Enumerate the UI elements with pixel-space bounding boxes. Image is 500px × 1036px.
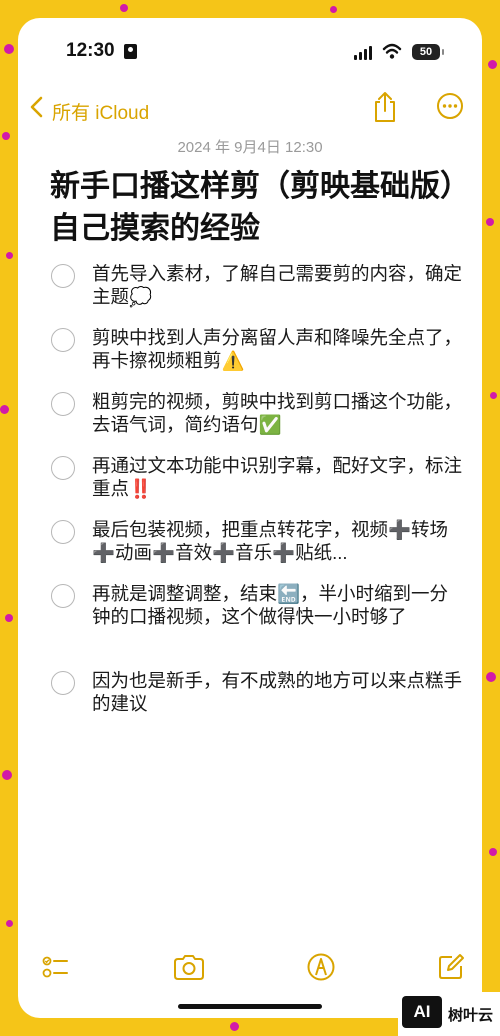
checkbox[interactable]: [51, 584, 75, 608]
note-date: 2024 年 9月4日 12:30: [177, 139, 323, 156]
chevron-left-icon[interactable]: [26, 94, 50, 120]
checkbox[interactable]: [51, 456, 75, 480]
checklist: 首先导入素材，了解自己需要剪的内容，确定主题💭 剪映中找到人声分离留人声和降噪先…: [18, 262, 482, 733]
background-dot: [489, 848, 497, 856]
share-icon[interactable]: [370, 90, 400, 124]
background-dot: [488, 60, 497, 69]
status-bar: 12:30 50: [18, 18, 482, 78]
watermark-text: 树叶云: [448, 1007, 494, 1024]
background-dot: [2, 770, 12, 780]
compose-icon[interactable]: [436, 952, 466, 982]
person-icon: [124, 44, 137, 59]
checklist-item: 再就是调整调整，结束🔚，半小时缩到一分钟的口播视频，这个做得快一小时够了: [18, 582, 482, 669]
markup-pen-icon[interactable]: [306, 952, 336, 982]
checklist-item: 剪映中找到人声分离留人声和降噪先全点了，再卡擦视频粗剪⚠️: [18, 326, 482, 390]
checkbox[interactable]: [51, 264, 75, 288]
checklist-item-text[interactable]: 最后包装视频，把重点转花字，视频➕转场➕动画➕音效➕音乐➕贴纸...: [92, 518, 464, 564]
checklist-item-text[interactable]: 剪映中找到人声分离留人声和降噪先全点了，再卡擦视频粗剪⚠️: [92, 326, 464, 372]
background-dot: [230, 1022, 239, 1031]
checklist-item-text[interactable]: 粗剪完的视频，剪映中找到剪口播这个功能，去语气词，简约语句✅: [92, 390, 464, 436]
back-button[interactable]: 所有 iCloud: [52, 98, 149, 125]
more-icon[interactable]: [436, 92, 464, 120]
background-dot: [5, 614, 13, 622]
checklist-item-text[interactable]: 再就是调整调整，结束🔚，半小时缩到一分钟的口播视频，这个做得快一小时够了: [92, 582, 464, 628]
background-dot: [486, 672, 496, 682]
watermark-logo: AI: [402, 996, 442, 1028]
checkbox[interactable]: [51, 328, 75, 352]
note-title[interactable]: 新手口播这样剪（剪映基础版）自己摸索的经验: [50, 166, 462, 250]
checklist-icon[interactable]: [40, 952, 70, 982]
signal-icon: [354, 46, 374, 60]
checklist-item: 粗剪完的视频，剪映中找到剪口播这个功能，去语气词，简约语句✅: [18, 390, 482, 454]
watermark: AI 树叶云: [398, 992, 500, 1036]
checklist-item-text[interactable]: 因为也是新手，有不成熟的地方可以来点糕手的建议: [92, 669, 464, 715]
background-dot: [0, 405, 9, 414]
checkbox[interactable]: [51, 671, 75, 695]
background-dot: [6, 920, 13, 927]
background-dot: [2, 132, 10, 140]
checklist-item: 再通过文本功能中识别字幕，配好文字，标注重点‼️: [18, 454, 482, 518]
checklist-item-text[interactable]: 首先导入素材，了解自己需要剪的内容，确定主题💭: [92, 262, 464, 308]
camera-icon[interactable]: [172, 952, 206, 982]
navigation-bar: 所有 iCloud: [18, 88, 482, 132]
checklist-item: 因为也是新手，有不成熟的地方可以来点糕手的建议: [18, 669, 482, 733]
background-dot: [4, 44, 14, 54]
checkbox[interactable]: [51, 392, 75, 416]
checklist-item-text[interactable]: 再通过文本功能中识别字幕，配好文字，标注重点‼️: [92, 454, 464, 500]
background-dot: [120, 4, 128, 12]
wifi-icon: [382, 43, 402, 59]
status-time: 12:30: [66, 40, 115, 61]
background-dot: [486, 218, 494, 226]
bottom-toolbar: [18, 948, 482, 988]
background-dot: [490, 392, 497, 399]
phone-screen: 12:30 50 所有 iCloud 2024 年 9月4日 12:30 新手口…: [18, 18, 482, 1018]
home-indicator: [178, 1004, 322, 1009]
battery-icon: 50: [412, 44, 444, 60]
checkbox[interactable]: [51, 520, 75, 544]
checklist-item: 首先导入素材，了解自己需要剪的内容，确定主题💭: [18, 262, 482, 326]
background-dot: [330, 6, 337, 13]
background-dot: [6, 252, 13, 259]
checklist-item: 最后包装视频，把重点转花字，视频➕转场➕动画➕音效➕音乐➕贴纸...: [18, 518, 482, 582]
